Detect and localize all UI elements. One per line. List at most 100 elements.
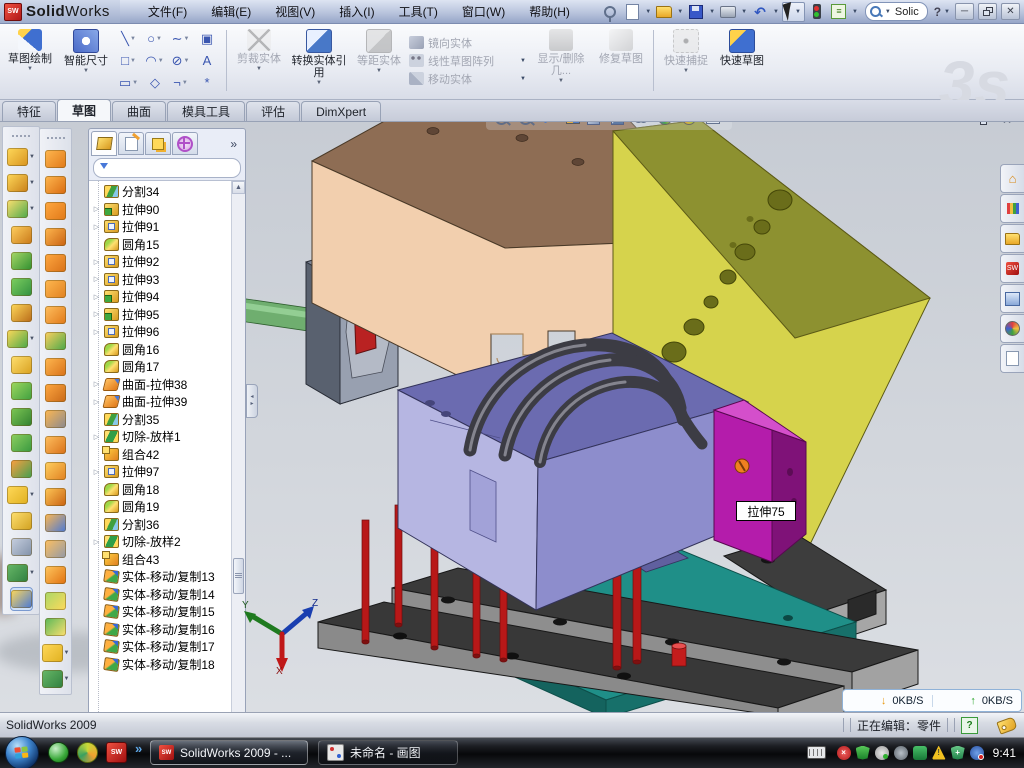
appearance-button[interactable]: ▼: [658, 122, 680, 128]
radiate-surface-button[interactable]: [45, 382, 66, 404]
undo-button[interactable]: ↶: [750, 3, 770, 21]
expand-arrow[interactable]: ▷: [92, 205, 101, 213]
tab-草图[interactable]: 草图: [57, 99, 111, 121]
feature-tree-item[interactable]: 组合42: [89, 446, 245, 464]
doc-restore-button[interactable]: [976, 122, 994, 128]
menu-item[interactable]: 工具(T): [387, 0, 450, 23]
offset-surface-button[interactable]: [45, 356, 66, 378]
expand-arrow[interactable]: ▷: [92, 293, 101, 301]
expand-arrow[interactable]: ▷: [92, 328, 101, 336]
tab-评估[interactable]: 评估: [246, 101, 300, 121]
graphics-area[interactable]: ▼▼▼▼▼▼ ─ ✕ ⌂SW ▼▼▼▼▼▼ ▼▼ »: [0, 122, 1024, 712]
options-button[interactable]: ≡: [829, 3, 849, 21]
feature-tree-item[interactable]: 实体-移动/复制15: [89, 603, 245, 621]
rapid-sketch-button[interactable]: 快速草图: [715, 26, 769, 95]
tab-曲面[interactable]: 曲面: [112, 101, 166, 121]
doc-close-button[interactable]: ✕: [998, 122, 1016, 128]
draft-analysis-button[interactable]: [45, 564, 66, 586]
chevron-down-icon[interactable]: ▼: [709, 9, 715, 15]
wireless-warning-icon[interactable]: !: [932, 746, 946, 760]
expand-arrow[interactable]: ▷: [92, 223, 101, 231]
feature-tree-item[interactable]: 圆角17: [89, 358, 245, 376]
curves-button[interactable]: ▼: [42, 668, 70, 690]
display-style-button[interactable]: ▼: [586, 122, 608, 128]
feature-tree-item[interactable]: ▷拉伸96: [89, 323, 245, 341]
feature-tree-item[interactable]: ▷切除-放样2: [89, 533, 245, 551]
undercut-analysis-button[interactable]: [45, 590, 66, 612]
panel-splitter-handle[interactable]: ◂▸: [246, 384, 258, 418]
menu-item[interactable]: 编辑(E): [199, 0, 263, 23]
sketch-button[interactable]: 草图绘制▼: [3, 26, 57, 95]
expand-arrow[interactable]: ▷: [92, 310, 101, 318]
feature-tree-item[interactable]: ▷拉伸90: [89, 201, 245, 219]
feature-tree-item[interactable]: 圆角18: [89, 481, 245, 499]
linear-pattern-button[interactable]: ▼: [7, 328, 35, 350]
scene-button[interactable]: ▼: [682, 122, 704, 128]
menu-item[interactable]: 帮助(H): [517, 0, 582, 23]
slot-icon[interactable]: ▭▼: [116, 72, 142, 94]
feature-tree-item[interactable]: 组合43: [89, 551, 245, 569]
feature-tree-item[interactable]: 分割34: [89, 183, 245, 201]
view-orientation-button[interactable]: [562, 122, 584, 128]
volume-icon[interactable]: [894, 746, 908, 760]
curves-button[interactable]: ▼: [7, 562, 35, 584]
menu-item[interactable]: 文件(F): [136, 0, 199, 23]
delete-face-button[interactable]: [45, 408, 66, 430]
feature-tree-item[interactable]: 实体-移动/复制14: [89, 586, 245, 604]
feature-tree-item[interactable]: ▷曲面-拉伸39: [89, 393, 245, 411]
text-icon[interactable]: A: [194, 50, 220, 72]
taskbar-clock[interactable]: 9:41: [993, 746, 1020, 760]
draft-button[interactable]: [11, 380, 32, 402]
axis-button[interactable]: [11, 536, 32, 558]
section-view-button[interactable]: [538, 122, 560, 128]
expand-arrow[interactable]: ▷: [92, 275, 101, 283]
network-icon[interactable]: [913, 746, 927, 760]
keyboard-layout-icon[interactable]: [807, 746, 826, 759]
plane-button[interactable]: [11, 510, 32, 532]
feature-tree-item[interactable]: ▷曲面-拉伸38: [89, 376, 245, 394]
extruded-cut-button[interactable]: [11, 276, 32, 298]
feature-tree-item[interactable]: 实体-移动/复制18: [89, 656, 245, 674]
instant3d-button[interactable]: [11, 588, 32, 610]
chevron-down-icon[interactable]: ▼: [773, 9, 779, 15]
point-icon[interactable]: *: [194, 72, 220, 94]
revolved-boss-button[interactable]: ▼: [7, 172, 35, 194]
chevron-down-icon[interactable]: ▼: [677, 9, 683, 15]
search-box[interactable]: ▼ Solic: [865, 2, 928, 21]
solidworks-resources-tab[interactable]: ⌂: [1000, 164, 1024, 193]
minimize-button[interactable]: ─: [955, 3, 974, 20]
select-tool-button[interactable]: ▼: [782, 2, 805, 22]
feature-tree-item[interactable]: 圆角16: [89, 341, 245, 359]
dimxpertmanager-tab[interactable]: [172, 132, 198, 155]
feature-tree-item[interactable]: ▷拉伸93: [89, 271, 245, 289]
thicken-button[interactable]: [45, 538, 66, 560]
reference-geometry-button[interactable]: ▼: [7, 484, 35, 506]
feature-tree-item[interactable]: ▷拉伸91: [89, 218, 245, 236]
save-button[interactable]: [686, 3, 706, 21]
appearances-tab[interactable]: [1000, 314, 1024, 343]
propertymanager-tab[interactable]: [118, 132, 144, 155]
antivirus-icon[interactable]: ×: [837, 746, 851, 760]
chevron-down-icon[interactable]: ▼: [944, 9, 950, 15]
menu-item[interactable]: 插入(I): [327, 0, 386, 23]
zoom-area-button[interactable]: [514, 122, 536, 128]
new-document-button[interactable]: [622, 3, 642, 21]
help-button[interactable]: ?: [934, 5, 941, 19]
tree-filter-box[interactable]: [93, 158, 241, 178]
shell-button[interactable]: [11, 406, 32, 428]
design-library-tab[interactable]: [1000, 194, 1024, 223]
solidworks-quick-icon[interactable]: SW: [106, 742, 127, 763]
view-palette-tab[interactable]: [1000, 284, 1024, 313]
restore-button[interactable]: [978, 3, 997, 20]
close-button[interactable]: ✕: [1001, 3, 1020, 20]
selection-box-icon[interactable]: ▣: [194, 28, 220, 50]
feature-tree-item[interactable]: ▷拉伸92: [89, 253, 245, 271]
ellipse-icon[interactable]: ⊘▼: [168, 50, 194, 72]
fillet-icon[interactable]: ¬▼: [168, 72, 194, 94]
circle-icon[interactable]: ○▼: [142, 28, 168, 50]
feature-tree-item[interactable]: ▷拉伸97: [89, 463, 245, 481]
swept-boss-button[interactable]: ▼: [7, 198, 35, 220]
boundary-boss-button[interactable]: [11, 250, 32, 272]
scroll-up-button[interactable]: ▲: [232, 181, 245, 194]
feature-tree-item[interactable]: ▷拉伸95: [89, 306, 245, 324]
